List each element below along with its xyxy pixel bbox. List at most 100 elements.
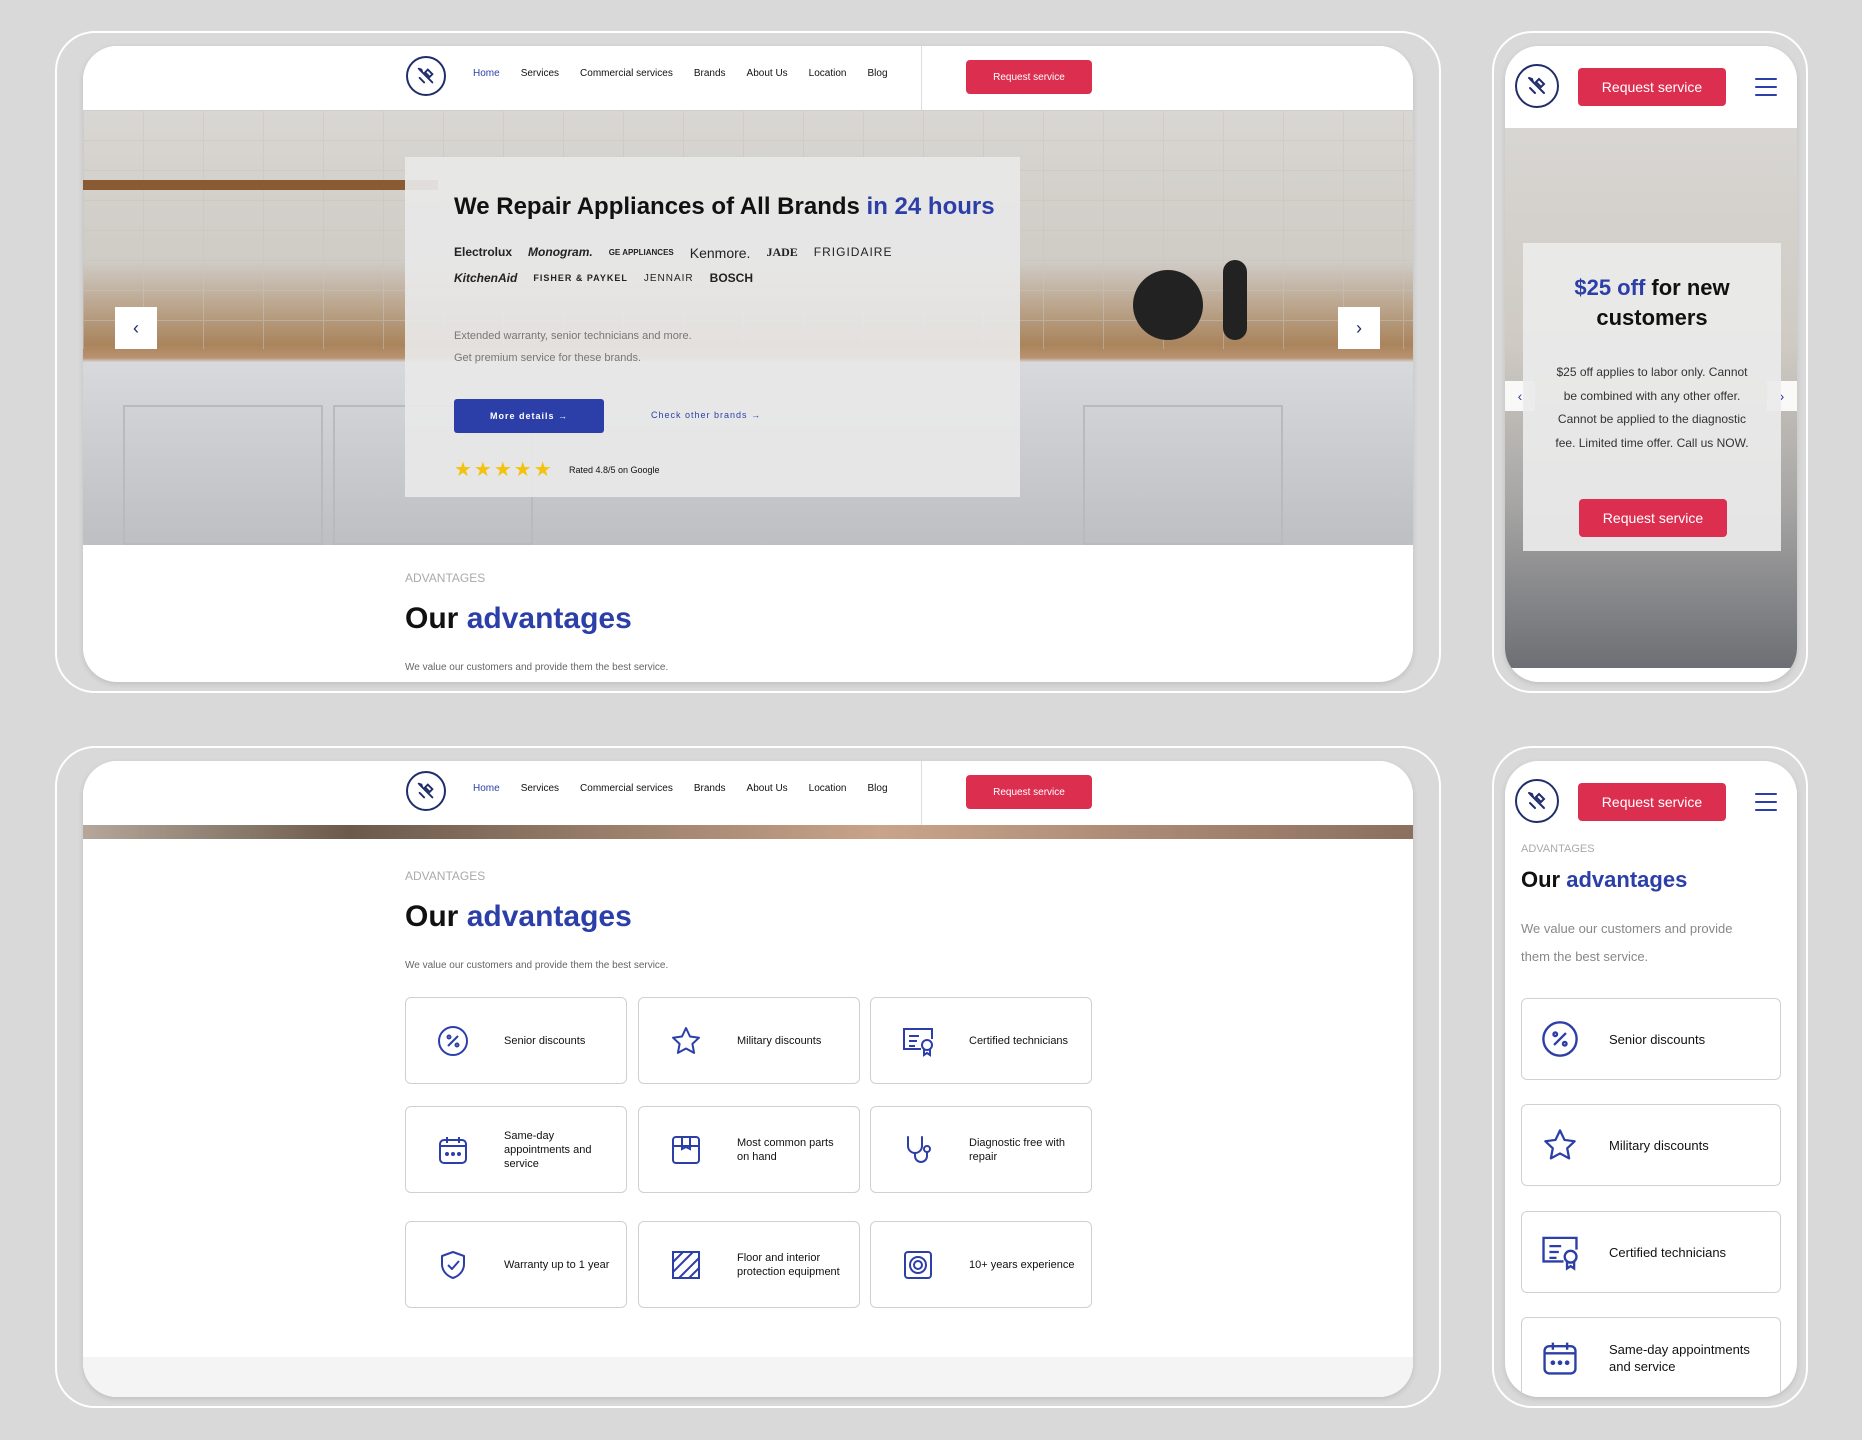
menu-icon[interactable] <box>1755 78 1777 96</box>
brand-logo: JADE <box>766 245 798 259</box>
nav-blog[interactable]: Blog <box>867 68 887 79</box>
hero-bg-cabinet <box>123 405 323 545</box>
chevron-left-icon: ‹ <box>133 317 139 338</box>
desktop-frame-hero: Home Services Commercial services Brands… <box>55 31 1441 693</box>
advantage-card: Floor and interior protection equipment <box>638 1221 860 1308</box>
advantage-card: Diagnostic free with repair <box>870 1106 1092 1193</box>
advantages-description: We value our customers and provide them … <box>405 662 669 673</box>
promo-text: $25 off applies to labor only. Cannot be… <box>1555 365 1749 450</box>
brand-logos: Electrolux Monogram. GE APPLIANCES Kenmo… <box>454 245 914 286</box>
advantage-card: Senior discounts <box>1521 998 1781 1080</box>
star-icon <box>1544 1129 1576 1160</box>
promo-request-service-button[interactable]: Request service <box>1579 499 1727 537</box>
brand-logo: Monogram. <box>528 245 593 259</box>
desktop-screen-advantages: Home Services Commercial services Brands… <box>83 761 1413 1397</box>
nav-brands[interactable]: Brands <box>694 783 726 794</box>
advantages-description: We value our customers and provide them … <box>405 960 669 971</box>
brand-logo: KitchenAid <box>454 271 518 285</box>
advantages-eyebrow: ADVANTAGES <box>405 571 486 585</box>
hero-bg-pan <box>1133 270 1203 340</box>
nav-home[interactable]: Home <box>473 68 500 79</box>
advantage-card: Certified technicians <box>870 997 1092 1084</box>
nav-location[interactable]: Location <box>809 783 847 794</box>
advantage-label: Senior discounts <box>504 1034 586 1047</box>
hero-description: Extended warranty, senior technicians an… <box>454 330 692 364</box>
menu-icon[interactable] <box>1755 793 1777 811</box>
header-divider <box>921 761 922 825</box>
hero-bg-shelf <box>83 180 438 190</box>
nav-commercial-services[interactable]: Commercial services <box>580 783 673 794</box>
main-nav: Home Services Commercial services Brands… <box>473 68 888 79</box>
promo-slider: ‹ › $25 off for new customers $25 off ap… <box>1505 128 1797 668</box>
mobile-screen-promo: Request service ‹ › $25 off for new cust… <box>1505 46 1797 682</box>
nav-blog[interactable]: Blog <box>867 783 887 794</box>
floor-protection-icon <box>672 1251 700 1279</box>
brand-logo: FISHER & PAYKEL <box>533 273 628 283</box>
brand-logo: JENNAIR <box>643 273 694 284</box>
site-logo[interactable] <box>406 56 446 96</box>
advantage-label: Same-day appointments and service <box>504 1129 592 1170</box>
request-service-button[interactable]: Request service <box>1578 783 1726 821</box>
nav-about-us[interactable]: About Us <box>747 68 788 79</box>
hero-next-button[interactable]: › <box>1338 307 1380 349</box>
advantage-label: Certified technicians <box>969 1034 1069 1047</box>
request-service-button[interactable]: Request service <box>1578 68 1726 106</box>
advantages-title: Our advantages <box>1521 867 1688 892</box>
nav-services[interactable]: Services <box>521 68 559 79</box>
site-logo[interactable] <box>406 771 446 811</box>
hero-panel: We Repair Appliances of All Brands in 24… <box>405 157 1020 497</box>
calendar-icon <box>1543 1342 1577 1375</box>
site-header: Home Services Commercial services Brands… <box>83 46 1413 110</box>
nav-home[interactable]: Home <box>473 783 500 794</box>
promo-panel: $25 off for new customers $25 off applie… <box>1523 243 1781 551</box>
hero-prev-button[interactable]: ‹ <box>115 307 157 349</box>
arrow-right-icon: → <box>558 411 569 421</box>
advantage-card: Warranty up to 1 year <box>405 1221 627 1308</box>
advantage-label: Same-day appointments and service <box>1609 1342 1750 1374</box>
advantage-card: Most common parts on hand <box>638 1106 860 1193</box>
tools-icon <box>417 67 434 84</box>
check-other-brands-link[interactable]: Check other brands → <box>651 410 761 420</box>
advantages-title: Our advantages <box>405 900 632 933</box>
experience-badge-icon <box>904 1251 932 1279</box>
tools-icon <box>1528 77 1546 94</box>
hero-title: We Repair Appliances of All Brands in 24… <box>454 193 995 220</box>
brand-logo: Electrolux <box>454 245 513 259</box>
nav-brands[interactable]: Brands <box>694 68 726 79</box>
calendar-icon <box>439 1137 467 1164</box>
arrow-right-icon: → <box>751 410 762 420</box>
percent-badge-icon <box>438 1026 468 1056</box>
nav-about-us[interactable]: About Us <box>747 783 788 794</box>
nav-location[interactable]: Location <box>809 68 847 79</box>
advantage-card: Same-day appointments and service <box>405 1106 627 1193</box>
brand-logo: BOSCH <box>709 271 753 285</box>
certificate-icon <box>1542 1236 1578 1271</box>
star-icon <box>672 1027 700 1054</box>
stethoscope-icon <box>907 1136 931 1163</box>
hero-strip <box>83 825 1413 839</box>
advantage-label: Certified technicians <box>1609 1244 1727 1260</box>
percent-badge-icon <box>1542 1021 1578 1057</box>
advantage-label: Warranty up to 1 year <box>504 1258 610 1271</box>
advantage-label: 10+ years experience <box>969 1258 1075 1271</box>
site-logo[interactable] <box>1515 64 1559 108</box>
request-service-button[interactable]: Request service <box>966 775 1092 809</box>
advantage-card: Military discounts <box>638 997 860 1084</box>
more-details-button[interactable]: More details → <box>454 399 604 433</box>
mobile-header: Request service <box>1505 761 1797 843</box>
advantages-title: Our advantages <box>405 602 632 635</box>
shield-check-icon <box>441 1251 465 1279</box>
mobile-screen-advantages: Request service ADVANTAGES Our advantage… <box>1505 761 1797 1397</box>
chevron-right-icon: › <box>1356 317 1362 338</box>
site-logo[interactable] <box>1515 779 1559 823</box>
brand-logo: Kenmore. <box>689 245 751 261</box>
advantage-label: Military discounts <box>737 1034 822 1047</box>
advantage-card: Certified technicians <box>1521 1211 1781 1293</box>
request-service-button[interactable]: Request service <box>966 60 1092 94</box>
site-header: Home Services Commercial services Brands… <box>83 761 1413 825</box>
advantage-card: Same-day appointments and service <box>1521 1317 1781 1397</box>
nav-services[interactable]: Services <box>521 783 559 794</box>
desktop-frame-advantages: Home Services Commercial services Brands… <box>55 746 1441 1408</box>
section-footer-band <box>83 1357 1413 1397</box>
nav-commercial-services[interactable]: Commercial services <box>580 68 673 79</box>
